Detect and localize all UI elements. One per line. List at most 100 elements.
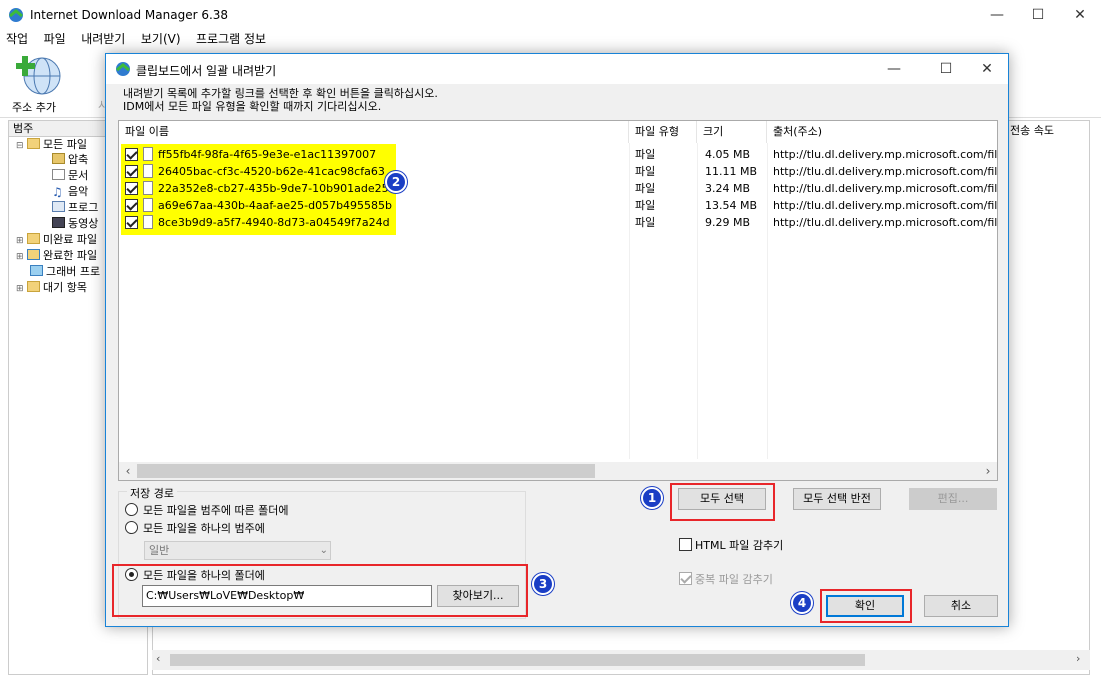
maximize-button[interactable]: ☐ (1015, 0, 1061, 30)
tree-documents[interactable]: 문서 (52, 168, 88, 184)
menu-downloads[interactable]: 내려받기 (75, 30, 131, 48)
tree-label: 미완료 파일 (43, 233, 98, 246)
dialog-close-button[interactable]: ✕ (964, 54, 1010, 84)
invert-selection-button[interactable]: 모두 선택 반전 (793, 488, 881, 510)
file-source: http://tlu.dl.delivery.mp.microsoft.com/… (773, 199, 997, 212)
select-all-button[interactable]: 모두 선택 (678, 488, 766, 510)
tree-completed[interactable]: ⊞ 완료한 파일 (16, 248, 97, 264)
dialog-instructions: 내려받기 목록에 추가할 링크를 선택한 후 확인 버튼을 클릭하십시오. ID… (123, 87, 438, 113)
instruction-line-2: IDM에서 모든 파일 유형을 확인할 때까지 기다리십시오. (123, 100, 382, 113)
column-file-type[interactable]: 파일 유형 (629, 121, 697, 143)
tree-all-files[interactable]: ⊟ 모든 파일 (16, 137, 87, 153)
scroll-thumb[interactable] (137, 464, 595, 478)
file-checkbox[interactable] (125, 216, 138, 229)
tree-label: 프로그 (68, 201, 99, 214)
column-file-name[interactable]: 파일 이름 (119, 121, 629, 143)
batch-download-dialog: 클립보드에서 일괄 내려받기 — ☐ ✕ 내려받기 목록에 추가할 링크를 선택… (105, 53, 1009, 627)
radio-single-category[interactable] (125, 521, 138, 534)
scroll-left-arrow[interactable]: ‹ (119, 462, 137, 480)
menu-view[interactable]: 보기(V) (135, 30, 187, 48)
idm-logo-icon (116, 62, 130, 76)
scroll-left-arrow[interactable]: ‹ (156, 652, 160, 665)
file-type: 파일 (635, 216, 656, 229)
file-icon (143, 215, 153, 229)
main-titlebar: Internet Download Manager 6.38 — ☐ ✕ (0, 0, 1101, 30)
file-row[interactable]: 8ce3b9d9-a5f7-4940-8d73-a04549f7a24d 파일 … (119, 214, 997, 231)
globe-plus-icon (16, 56, 61, 95)
video-icon (52, 217, 65, 228)
file-size: 11.11 MB (705, 165, 758, 178)
main-horizontal-scrollbar[interactable]: ‹ › (152, 650, 1090, 670)
add-url-label: 주소 추가 (12, 101, 56, 114)
archive-icon (52, 153, 65, 164)
scroll-right-arrow[interactable]: › (979, 462, 997, 480)
tree-grabber[interactable]: 그래버 프로 (30, 264, 100, 280)
ok-button[interactable]: 확인 (826, 595, 904, 617)
radio-category-folders-label: 모든 파일을 범주에 따른 폴더에 (143, 504, 289, 517)
list-horizontal-scrollbar[interactable]: ‹ › (119, 462, 997, 480)
menu-about[interactable]: 프로그램 정보 (190, 30, 272, 48)
edit-button[interactable]: 편집... (909, 488, 997, 510)
dialog-minimize-button[interactable]: — (871, 54, 917, 84)
hide-duplicates-checkbox[interactable] (679, 572, 692, 585)
music-icon: ♫ (52, 185, 63, 199)
add-url-button[interactable]: 주소 추가 (10, 54, 66, 114)
tree-label: 완료한 파일 (43, 249, 98, 262)
hide-html-checkbox[interactable] (679, 538, 692, 551)
hide-html-label: HTML 파일 감추기 (695, 539, 784, 552)
scroll-thumb[interactable] (170, 654, 865, 666)
file-row[interactable]: 22a352e8-cb27-435b-9de7-10b901ade258 파일 … (119, 180, 997, 197)
menu-bar: 작업 파일 내려받기 보기(V) 프로그램 정보 (0, 30, 1101, 50)
tree-compressed[interactable]: 압축 (52, 152, 88, 168)
close-button[interactable]: ✕ (1057, 0, 1101, 30)
minimize-button[interactable]: — (974, 0, 1020, 30)
file-checkbox[interactable] (125, 199, 138, 212)
menu-task[interactable]: 작업 (0, 30, 34, 48)
grabber-icon (30, 265, 43, 276)
menu-file[interactable]: 파일 (38, 30, 72, 48)
file-row[interactable]: a69e67aa-430b-4aaf-ae25-d057b495585b 파일 … (119, 197, 997, 214)
column-size[interactable]: 크기 (697, 121, 767, 143)
document-icon (52, 169, 65, 180)
file-icon (143, 164, 153, 178)
file-source: http://tlu.dl.delivery.mp.microsoft.com/… (773, 148, 997, 161)
column-transfer-speed[interactable]: 전송 속도 (1010, 122, 1090, 140)
file-size: 4.05 MB (705, 148, 751, 161)
complete-folder-icon (27, 249, 41, 260)
file-type: 파일 (635, 182, 656, 195)
file-checkbox[interactable] (125, 165, 138, 178)
cancel-button[interactable]: 취소 (924, 595, 998, 617)
hide-duplicates-label: 중복 파일 감추기 (695, 573, 773, 586)
incomplete-folder-icon (27, 233, 41, 244)
radio-category-folders[interactable] (125, 503, 138, 516)
tree-label: 동영상 (68, 217, 99, 230)
scroll-right-arrow[interactable]: › (1076, 652, 1080, 665)
column-source[interactable]: 출처(주소) (767, 121, 997, 143)
category-select[interactable]: 일반 ⌄ (144, 541, 331, 560)
file-checkbox[interactable] (125, 148, 138, 161)
tree-queues[interactable]: ⊞ 대기 항목 (16, 280, 87, 296)
tree-label: 모든 파일 (43, 138, 88, 151)
chevron-down-icon: ⌄ (319, 545, 328, 556)
tree-label: 대기 항목 (43, 281, 88, 294)
file-row[interactable]: ff55fb4f-98fa-4f65-9e3e-e1ac11397007 파일 … (119, 146, 997, 163)
file-source: http://tlu.dl.delivery.mp.microsoft.com/… (773, 182, 997, 195)
annotation-badge-4: 4 (791, 592, 813, 614)
instruction-line-1: 내려받기 목록에 추가할 링크를 선택한 후 확인 버튼을 클릭하십시오. (123, 87, 438, 100)
tree-music[interactable]: ♫ 음악 (52, 184, 88, 200)
tree-incomplete[interactable]: ⊞ 미완료 파일 (16, 232, 97, 248)
main-window-title: Internet Download Manager 6.38 (30, 8, 229, 22)
file-name: a69e67aa-430b-4aaf-ae25-d057b495585b (158, 199, 393, 212)
file-type: 파일 (635, 199, 656, 212)
file-row[interactable]: 26405bac-cf3c-4520-b62e-41cac98cfa63 파일 … (119, 163, 997, 180)
file-checkbox[interactable] (125, 182, 138, 195)
file-list[interactable]: 파일 이름 파일 유형 크기 출처(주소) ff55fb4f-98fa-4f65… (118, 120, 998, 481)
radio-single-category-label: 모든 파일을 하나의 범주에 (143, 522, 265, 535)
file-type: 파일 (635, 165, 656, 178)
tree-label: 그래버 프로 (46, 265, 101, 278)
annotation-box-3 (112, 564, 528, 617)
tree-video[interactable]: 동영상 (52, 216, 98, 232)
dialog-maximize-button[interactable]: ☐ (923, 54, 969, 84)
program-icon (52, 201, 65, 212)
tree-programs[interactable]: 프로그 (52, 200, 98, 216)
